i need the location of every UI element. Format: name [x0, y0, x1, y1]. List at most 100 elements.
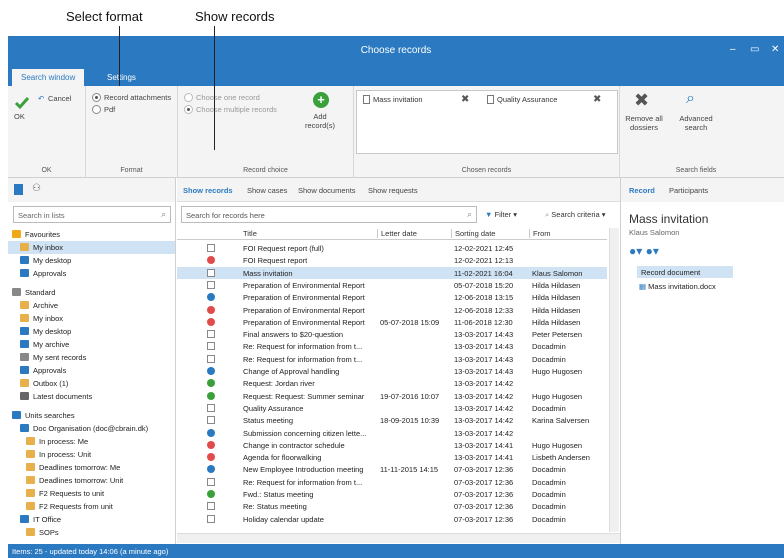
tree-item[interactable]: My inbox [8, 312, 175, 325]
tree-item[interactable]: My inbox [8, 241, 175, 254]
cell-from: Hilda Hildasen [532, 293, 581, 303]
tree-item[interactable]: Approvals [8, 364, 175, 377]
flag-icon[interactable]: ●▾ ●▾ [629, 244, 659, 258]
table-row[interactable]: Status meeting 18-09-2015 10:39 13-03-2017… [177, 414, 607, 426]
cancel-button[interactable]: Cancel [48, 94, 71, 103]
table-row[interactable]: FOI Request report (full) 12-02-2021 12:4… [177, 242, 607, 254]
tree-item[interactable]: Favourites [8, 228, 175, 241]
col-letter-date[interactable]: Letter date [377, 229, 417, 238]
maximize-button[interactable]: ▭ [750, 44, 759, 55]
tab-show-records[interactable]: Show records [183, 186, 233, 195]
records-search-input[interactable]: Search for records here ⌕ [181, 206, 477, 223]
tree-item[interactable]: Doc Organisation (doc@cbrain.dk) [8, 422, 175, 435]
tab-show-cases[interactable]: Show cases [247, 186, 287, 195]
table-row[interactable]: Re: Request for information from t... 13-… [177, 353, 607, 365]
col-title[interactable]: Title [243, 229, 257, 238]
list-item-icon [26, 463, 35, 471]
add-records-button[interactable]: Add record(s) [300, 112, 340, 130]
table-row[interactable]: Fwd.: Status meeting 07-03-2017 12:36 Doca… [177, 488, 607, 500]
cell-sort: 13-03-2017 14:43 [454, 342, 514, 352]
list-icon[interactable] [14, 184, 23, 195]
tree-item[interactable]: F2 Requests to unit [8, 487, 175, 500]
table-row[interactable]: Preparation of Environmental Report 12-06… [177, 291, 607, 303]
tab-search-window[interactable]: Search window [12, 69, 85, 86]
table-row[interactable]: Mass invitation 11-02-2021 16:04 Klaus Sal… [177, 266, 607, 279]
tab-show-requests[interactable]: Show requests [368, 186, 418, 195]
attachment-item[interactable]: ▦ Mass invitation.docx [639, 282, 716, 291]
group-label-chosen: Chosen records [461, 167, 512, 174]
table-row[interactable]: Holiday calendar update 07-03-2017 12:36 D… [177, 513, 607, 525]
cell-from: Hilda Hildasen [532, 280, 581, 290]
cell-from: Hilda Hildasen [532, 317, 581, 327]
close-button[interactable]: ✕ [771, 44, 779, 55]
table-row[interactable]: Agenda for floorwalking 13-03-2017 14:41 L… [177, 451, 607, 463]
table-row[interactable]: Change in contractor schedule 13-03-2017 … [177, 439, 607, 451]
tree-item[interactable]: My sent records [8, 351, 175, 364]
tree-item[interactable]: In process: Unit [8, 448, 175, 461]
format-radio-attachments[interactable] [92, 93, 101, 102]
table-row[interactable]: Quality Assurance 13-03-2017 14:42 Docadmi… [177, 402, 607, 414]
preview-title: Mass invitation [629, 212, 709, 226]
cell-title: Request: Request: Summer seminar [243, 391, 365, 401]
cell-sort: 13-03-2017 14:42 [454, 416, 514, 426]
tree-item-label: Approvals [33, 269, 67, 278]
table-row[interactable]: Preparation of Environmental Report 12-06… [177, 304, 607, 316]
tree-item-label: Deadlines tomorrow: Unit [39, 476, 124, 485]
list-item-icon [20, 314, 29, 322]
record-document-item[interactable]: Record document [637, 266, 733, 278]
ok-button[interactable]: OK [14, 96, 30, 121]
tree-item[interactable]: SOPs [8, 526, 175, 539]
tree-item[interactable]: Units searches [8, 409, 175, 422]
col-sorting-date[interactable]: Sorting date [451, 229, 495, 238]
tree-item[interactable]: Approvals [8, 267, 175, 280]
table-row[interactable]: Preparation of Environmental Report 05-07… [177, 316, 607, 328]
table-row[interactable]: Submission concerning citizen lette... 13… [177, 427, 607, 439]
add-icon[interactable]: + [313, 92, 329, 108]
filter-button[interactable]: ▼ Filter ▾ [485, 206, 517, 223]
list-search-input[interactable]: Search in lists ⌕ [13, 206, 171, 223]
tree-item[interactable]: Latest documents [8, 390, 175, 403]
tree-item[interactable]: My desktop [8, 325, 175, 338]
tree-item[interactable]: IT Office [8, 513, 175, 526]
tab-record[interactable]: Record [629, 186, 655, 195]
table-row[interactable]: Change of Approval handling 13-03-2017 14… [177, 365, 607, 377]
tree-item[interactable]: My desktop [8, 254, 175, 267]
word-document-icon: ▦ [639, 282, 649, 291]
table-row[interactable]: Re: Request for information from t... 07-… [177, 476, 607, 488]
tree-item[interactable]: Archive [8, 299, 175, 312]
cell-sort: 13-03-2017 14:42 [454, 379, 514, 389]
format-radio-pdf[interactable] [92, 105, 101, 114]
tab-show-documents[interactable]: Show documents [298, 186, 356, 195]
tree-item[interactable]: Deadlines tomorrow: Me [8, 461, 175, 474]
horizontal-scrollbar[interactable] [177, 533, 620, 543]
minimize-button[interactable]: ‒ [730, 44, 736, 55]
tree-item[interactable]: F2 Requests from unit [8, 500, 175, 513]
cell-sort: 12-02-2021 12:45 [454, 244, 514, 253]
table-row[interactable]: Re: Status meeting 07-03-2017 12:36 Docadm… [177, 500, 607, 512]
vertical-scrollbar[interactable] [609, 228, 619, 532]
tree-item[interactable]: Outbox (1) [8, 377, 175, 390]
callout-line-format [119, 26, 120, 86]
tree-item[interactable]: My archive [8, 338, 175, 351]
table-row[interactable]: Request: Jordan river 13-03-2017 14:42 [177, 377, 607, 389]
table-row[interactable]: Request: Request: Summer seminar 19-07-20… [177, 390, 607, 402]
advanced-search-icon[interactable]: ⌕ [686, 90, 695, 108]
table-row[interactable]: Re: Request for information from t... 13-… [177, 340, 607, 352]
remove-all-button[interactable]: Remove all dossiers [624, 114, 664, 132]
remove-all-icon[interactable]: ✖ [634, 90, 649, 111]
radio-multiple-records[interactable] [184, 105, 193, 114]
tree-item[interactable]: Deadlines tomorrow: Unit [8, 474, 175, 487]
col-from[interactable]: From [529, 229, 551, 238]
tree-item[interactable]: In process: Me [8, 435, 175, 448]
table-row[interactable]: FOI Request report 12-02-2021 12:13 [177, 254, 607, 266]
tab-settings[interactable]: Settings [98, 69, 145, 86]
table-row[interactable]: Final answers to $20-question 13-03-2017 … [177, 328, 607, 340]
table-row[interactable]: New Employee Introduction meeting 11-11-2… [177, 463, 607, 475]
tree-item[interactable]: Standard [8, 286, 175, 299]
table-row[interactable]: Preparation of Environmental Report 05-07… [177, 279, 607, 291]
radio-one-record[interactable] [184, 93, 193, 102]
search-criteria-button[interactable]: ⌕ Search criteria ▾ [545, 206, 606, 223]
tab-participants[interactable]: Participants [669, 186, 708, 195]
advanced-search-button[interactable]: Advanced search [674, 114, 718, 132]
organisation-icon[interactable]: ⚇ [32, 183, 41, 194]
